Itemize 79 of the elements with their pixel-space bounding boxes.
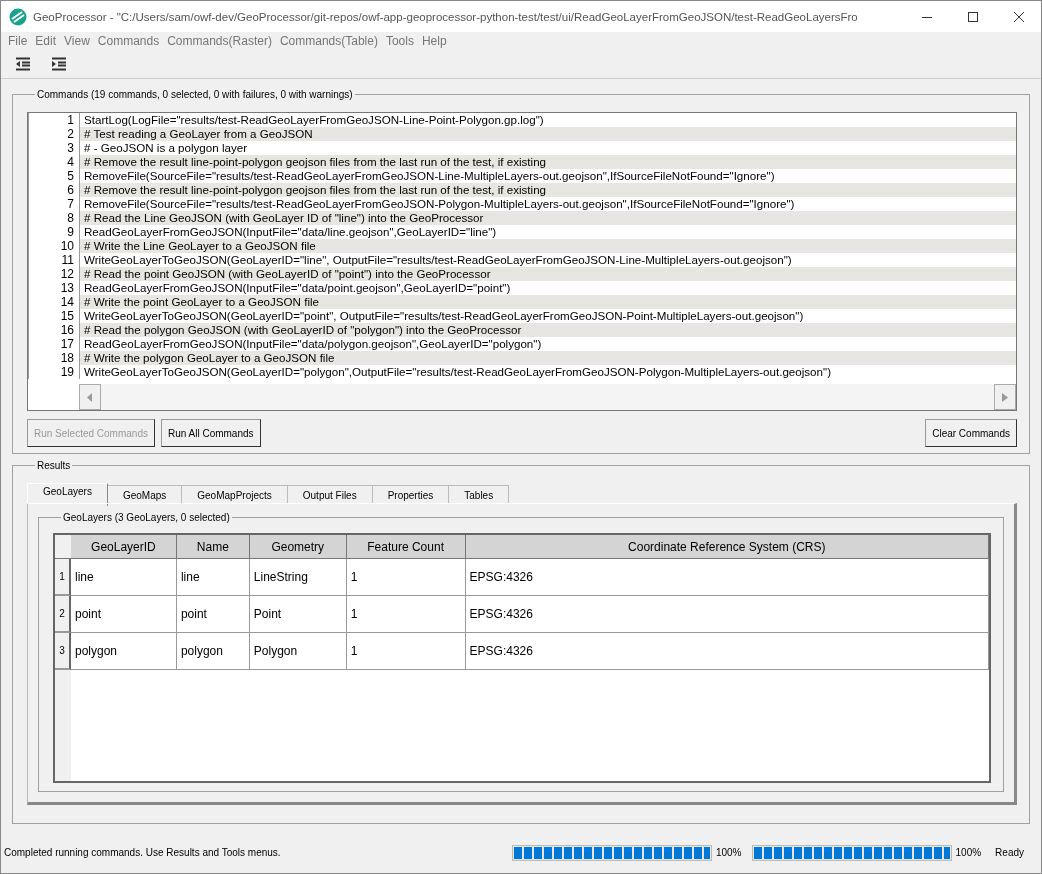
progress-reading: 100%: [955, 847, 982, 858]
outdent-icon[interactable]: [15, 57, 31, 71]
status-message: Completed running commands. Use Results and Tools menus.: [4, 847, 281, 858]
line-number: 2: [66, 127, 75, 141]
menu-item[interactable]: Help: [417, 34, 451, 48]
table-cell: point: [71, 596, 177, 633]
table-cell: Point: [249, 596, 347, 633]
table-cell: point: [176, 596, 250, 633]
command-line[interactable]: RemoveFile(SourceFile="results/test-ReadGeoLayerFromGeoJSON-Line-MultipleLayers-out.geojson",IfSourceFileNotFound="Ignore"): [84, 169, 775, 182]
line-number: 3: [66, 141, 75, 155]
table-cell: 1: [346, 596, 466, 633]
column-header[interactable]: Name: [176, 535, 250, 559]
command-line[interactable]: # - GeoJSON is a polygon layer: [84, 141, 248, 154]
table-corner[interactable]: [55, 535, 71, 559]
command-line[interactable]: ReadGeoLayerFromGeoJSON(InputFile="data/point.geojson",GeoLayerID="point"): [84, 281, 511, 294]
row-header[interactable]: 3: [55, 633, 71, 670]
tab[interactable]: Tables: [449, 485, 510, 503]
menu-item[interactable]: Commands: [93, 34, 164, 48]
line-number: 14: [59, 295, 75, 309]
row-header[interactable]: 1: [55, 559, 71, 596]
left-arrow-icon: [87, 392, 93, 402]
window-title: GeoProcessor - "C:/Users/sam/owf-dev/GeoProcessor/git-repos/owf-app-geoprocessor-python-test/test/ui/ReadGeoLayerFromGeoJSON/test-ReadGeoLayersFro: [33, 10, 858, 23]
line-number: 11: [60, 253, 75, 267]
menu-item[interactable]: Commands(Table): [275, 34, 382, 48]
group-title: GeoLayers (3 GeoLayers, 0 selected): [62, 512, 231, 523]
tab[interactable]: GeoMapProjects: [182, 485, 288, 503]
command-line[interactable]: ReadGeoLayerFromGeoJSON(InputFile="data/polygon.geojson",GeoLayerID="polygon"): [84, 337, 542, 350]
group-title: Results: [36, 460, 72, 471]
line-number: 12: [59, 267, 75, 281]
app-logo-icon: [9, 7, 27, 26]
command-line[interactable]: WriteGeoLayerToGeoJSON(GeoLayerID="polygon",OutputFile="results/test-ReadGeoLayerFromGeoJSON-Polygon-MultipleLayers-out.geojson"): [84, 365, 831, 378]
line-number: 10: [59, 239, 75, 253]
menu-item[interactable]: File: [4, 34, 32, 48]
column-header[interactable]: Geometry: [249, 535, 347, 559]
table-cell: EPSG:4326: [465, 596, 989, 633]
table-cell: LineString: [249, 559, 347, 596]
command-line[interactable]: ReadGeoLayerFromGeoJSON(InputFile="data/line.geojson",GeoLayerID="line"): [84, 225, 497, 238]
line-number: 13: [59, 281, 75, 295]
command-line[interactable]: StartLog(LogFile="results/test-ReadGeoLayerFromGeoJSON-Line-Point-Polygon.gp.log"): [84, 113, 544, 126]
line-number: 16: [59, 323, 75, 337]
table-cell: 1: [346, 559, 466, 596]
menu-item[interactable]: View: [60, 34, 94, 48]
close-icon[interactable]: [1013, 10, 1025, 23]
table-cell: line: [176, 559, 250, 596]
column-header[interactable]: Feature Count: [346, 535, 466, 559]
line-number: 6: [66, 183, 75, 197]
table-cell: line: [71, 559, 177, 596]
table-cell: EPSG:4326: [465, 559, 989, 596]
line-number: 19: [59, 365, 75, 379]
tab[interactable]: Properties: [372, 485, 450, 503]
maximize-icon[interactable]: [967, 10, 979, 23]
line-number: 15: [59, 309, 75, 323]
clear-commands-button[interactable]: Clear Commands: [925, 419, 1017, 447]
menu-item[interactable]: Commands(Raster): [163, 34, 276, 48]
line-number: 9: [66, 225, 75, 239]
column-header[interactable]: GeoLayerID: [71, 535, 177, 559]
run-all-button[interactable]: Run All Commands: [160, 419, 261, 447]
indent-icon[interactable]: [51, 57, 67, 71]
line-number: 18: [59, 351, 75, 365]
tab[interactable]: GeoMaps: [107, 485, 183, 503]
line-number: 7: [66, 197, 75, 211]
right-arrow-icon: [1002, 392, 1008, 402]
progress-reading: 100%: [715, 847, 742, 858]
tab[interactable]: Output Files: [287, 485, 373, 503]
menu-item[interactable]: Tools: [381, 34, 418, 48]
line-number: 5: [66, 169, 75, 183]
line-number: 1: [66, 113, 75, 127]
command-line[interactable]: WriteGeoLayerToGeoJSON(GeoLayerID="line", OutputFile="results/test-ReadGeoLayerFromGeoJSON-Line-MultipleLayers-out.geojson"): [84, 253, 792, 266]
line-number: 8: [66, 211, 75, 225]
row-header[interactable]: 2: [55, 596, 71, 633]
status-text: Ready: [995, 847, 1024, 858]
line-number: 4: [66, 155, 75, 169]
line-number: 17: [59, 337, 75, 351]
column-header[interactable]: Coordinate Reference System (CRS): [465, 535, 989, 559]
tab[interactable]: GeoLayers: [27, 483, 108, 506]
group-title: Commands (19 commands, 0 selected, 0 with failures, 0 with warnings): [36, 89, 354, 100]
command-line[interactable]: RemoveFile(SourceFile="results/test-ReadGeoLayerFromGeoJSON-Polygon-MultipleLayers-out.geojson",IfSourceFileNotFound="Ignore"): [84, 197, 795, 210]
menu-item[interactable]: Edit: [31, 34, 61, 48]
command-line[interactable]: WriteGeoLayerToGeoJSON(GeoLayerID="point", OutputFile="results/test-ReadGeoLayerFromGeoJSON-Point-MultipleLayers-out.geojson"): [84, 309, 804, 322]
